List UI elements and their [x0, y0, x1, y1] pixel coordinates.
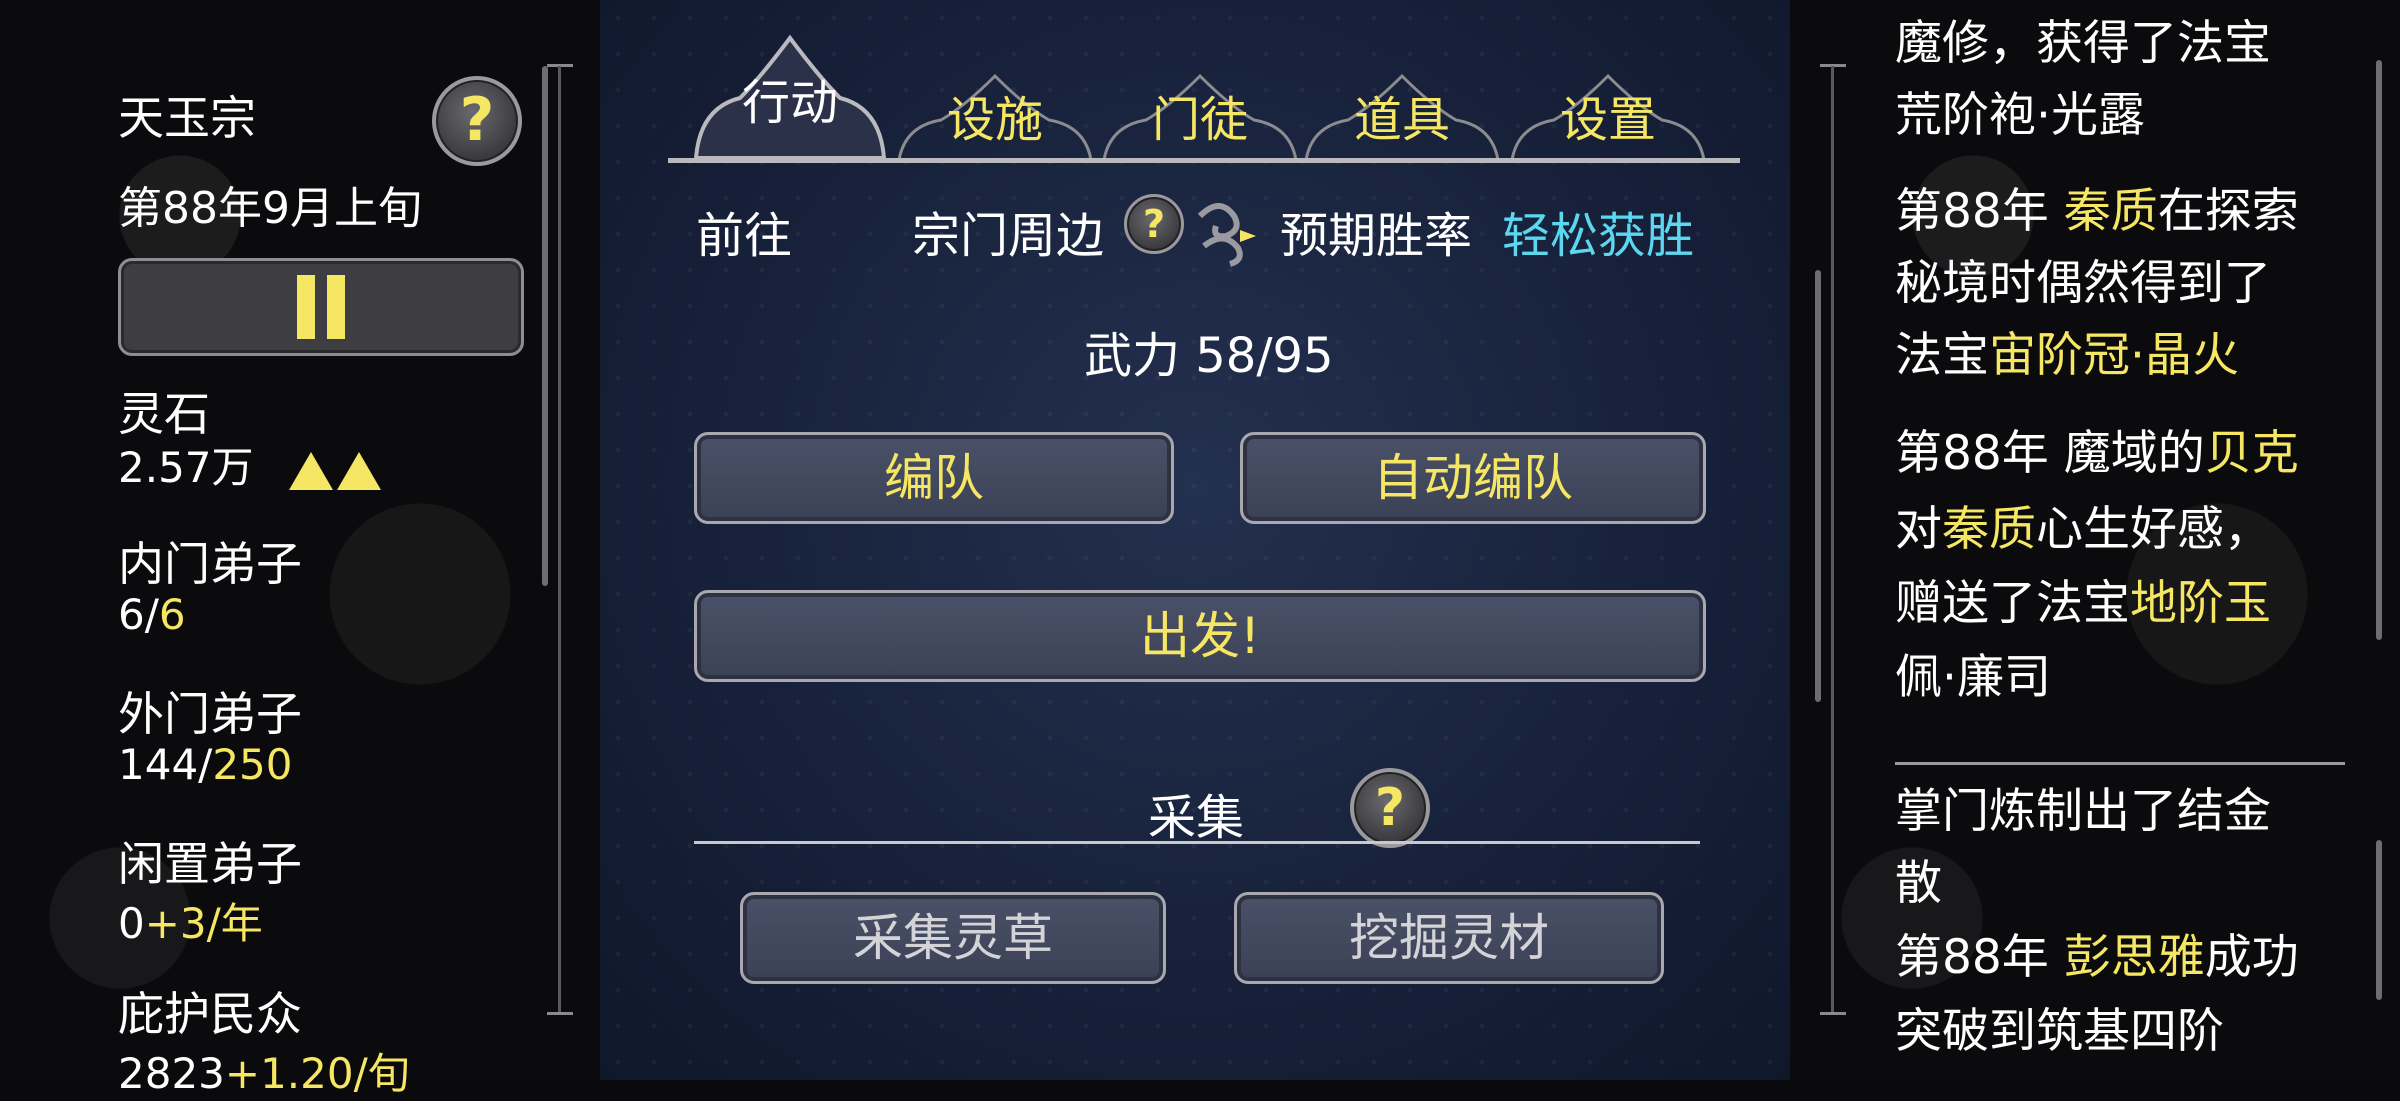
protected-people-rate: +1.20/旬	[224, 1049, 410, 1098]
tab-settings-label: 设置	[1559, 92, 1656, 148]
stat-value-idle-disciples: 0+3/年	[118, 890, 263, 951]
auto-formation-button[interactable]: 自动编队	[1240, 432, 1706, 524]
log-entry-0-line2: 荒阶袍·光露	[1895, 88, 2145, 143]
log-entry-2-line4: 佩·廉司	[1895, 650, 2051, 705]
left-scrollbar-thumb[interactable]	[542, 66, 548, 586]
center-scroll-bottom-cap	[1820, 1012, 1846, 1015]
log-highlight: 彭思雅	[2063, 930, 2205, 985]
left-scroll-track	[558, 66, 561, 1014]
log-text: 心生好感，	[2036, 502, 2271, 557]
log-entry-2-line1: 第88年 魔域的贝克	[1895, 418, 2299, 490]
log-scrollbar-thumb-upper[interactable]	[2376, 60, 2382, 640]
up-arrows-icon	[285, 443, 381, 492]
destination-select[interactable]: 宗门周边	[912, 196, 1104, 266]
pause-icon-bar	[327, 275, 345, 339]
stat-label-idle-disciples: 闲置弟子	[118, 837, 302, 891]
stat-label-inner-disciples: 内门弟子	[118, 537, 302, 591]
log-text: 第88年	[1895, 930, 2064, 985]
log-text: 法宝	[1895, 328, 1989, 383]
inner-disciples-count: 6/	[118, 590, 159, 639]
log-entry-1-line2: 秘境时偶然得到了	[1895, 256, 2271, 311]
log-entry-3-line1: 掌门炼制出了结金	[1895, 784, 2271, 839]
log-separator	[1895, 762, 2345, 765]
left-scroll-bottom-cap	[547, 1012, 573, 1015]
stat-value-protected-people: 2823+1.20/旬	[118, 1040, 410, 1101]
tab-items-label: 道具	[1353, 92, 1450, 148]
log-text: 对	[1895, 502, 1942, 557]
tab-items[interactable]: 道具	[1302, 70, 1502, 160]
pause-button[interactable]	[118, 258, 524, 356]
log-highlight: 宙阶冠·晶火	[1989, 328, 2239, 383]
tab-facilities-label: 设施	[946, 92, 1043, 148]
idle-disciples-rate: +3/年	[144, 899, 263, 948]
tabs-underline	[668, 158, 1740, 163]
outer-disciples-max: 250	[212, 740, 293, 789]
gather-divider	[694, 841, 1700, 844]
log-text: 第88年 魔域的	[1895, 426, 2205, 481]
tab-disciples-label: 门徒	[1151, 92, 1248, 148]
log-entry-0-line1: 魔修，获得了法宝	[1895, 16, 2271, 71]
sect-help-icon[interactable]: ?	[432, 76, 522, 166]
log-entry-2-line2: 对秦质心生好感，	[1895, 494, 2271, 566]
log-entry-4-line1: 第88年 彭思雅成功	[1895, 922, 2299, 994]
tab-facilities[interactable]: 设施	[895, 70, 1095, 160]
pause-icon	[297, 275, 315, 339]
game-date: 第88年9月上旬	[118, 183, 422, 234]
log-entry-1-line1: 第88年 秦质在探索	[1895, 176, 2299, 248]
stat-value-spirit-stones: 2.57万	[118, 434, 381, 495]
log-text: 第88年	[1895, 184, 2064, 239]
center-scroll-track	[1831, 66, 1834, 1014]
protected-people-count: 2823	[118, 1049, 225, 1098]
gather-title: 采集	[1148, 790, 1245, 846]
log-entry-3-line2: 散	[1895, 856, 1942, 911]
depart-button[interactable]: 出发!	[694, 590, 1706, 682]
win-rate-value: 轻松获胜	[1502, 208, 1695, 264]
sect-name: 天玉宗	[118, 91, 256, 145]
stat-value-inner-disciples: 6/6	[118, 590, 186, 639]
go-label: 前往	[696, 208, 793, 264]
log-highlight: 秦质	[2063, 184, 2158, 239]
log-highlight: 贝克	[2204, 426, 2299, 481]
stat-label-protected-people: 庇护民众	[118, 987, 302, 1041]
log-entry-4-line2: 突破到筑基四阶	[1895, 1004, 2224, 1059]
gather-help-icon[interactable]: ?	[1350, 768, 1430, 848]
log-text: 赠送了法宝	[1895, 576, 2130, 631]
outer-disciples-count: 144/	[118, 740, 213, 789]
cloud-swirl-icon[interactable]	[1190, 186, 1262, 282]
log-highlight: 秦质	[1942, 502, 2036, 557]
log-entry-1-line3: 法宝宙阶冠·晶火	[1895, 320, 2239, 392]
tab-settings[interactable]: 设置	[1508, 70, 1708, 160]
inner-disciples-max: 6	[158, 590, 186, 639]
tab-action[interactable]: 行动	[690, 18, 890, 160]
log-scrollbar-thumb-lower[interactable]	[2376, 840, 2382, 1000]
tab-disciples[interactable]: 门徒	[1100, 70, 1300, 160]
win-rate-label: 预期胜率	[1280, 208, 1473, 264]
gather-herbs-button[interactable]: 采集灵草	[740, 892, 1166, 984]
destination-help-icon[interactable]: ?	[1124, 194, 1184, 254]
spirit-stones-value: 2.57万	[118, 443, 254, 492]
log-highlight: 地阶玉	[2130, 576, 2271, 631]
formation-button[interactable]: 编队	[694, 432, 1174, 524]
log-entry-2-line3: 赠送了法宝地阶玉	[1895, 568, 2271, 640]
log-text: 在探索	[2157, 184, 2299, 239]
stat-value-outer-disciples: 144/250	[118, 740, 293, 789]
tab-action-label: 行动	[741, 75, 838, 131]
idle-disciples-count: 0	[118, 899, 145, 948]
stat-label-outer-disciples: 外门弟子	[118, 687, 302, 741]
log-text: 成功	[2204, 930, 2299, 985]
force-readout: 武力 58/95	[1084, 328, 1334, 384]
center-scrollbar-thumb[interactable]	[1815, 270, 1821, 702]
dig-materials-button[interactable]: 挖掘灵材	[1234, 892, 1664, 984]
